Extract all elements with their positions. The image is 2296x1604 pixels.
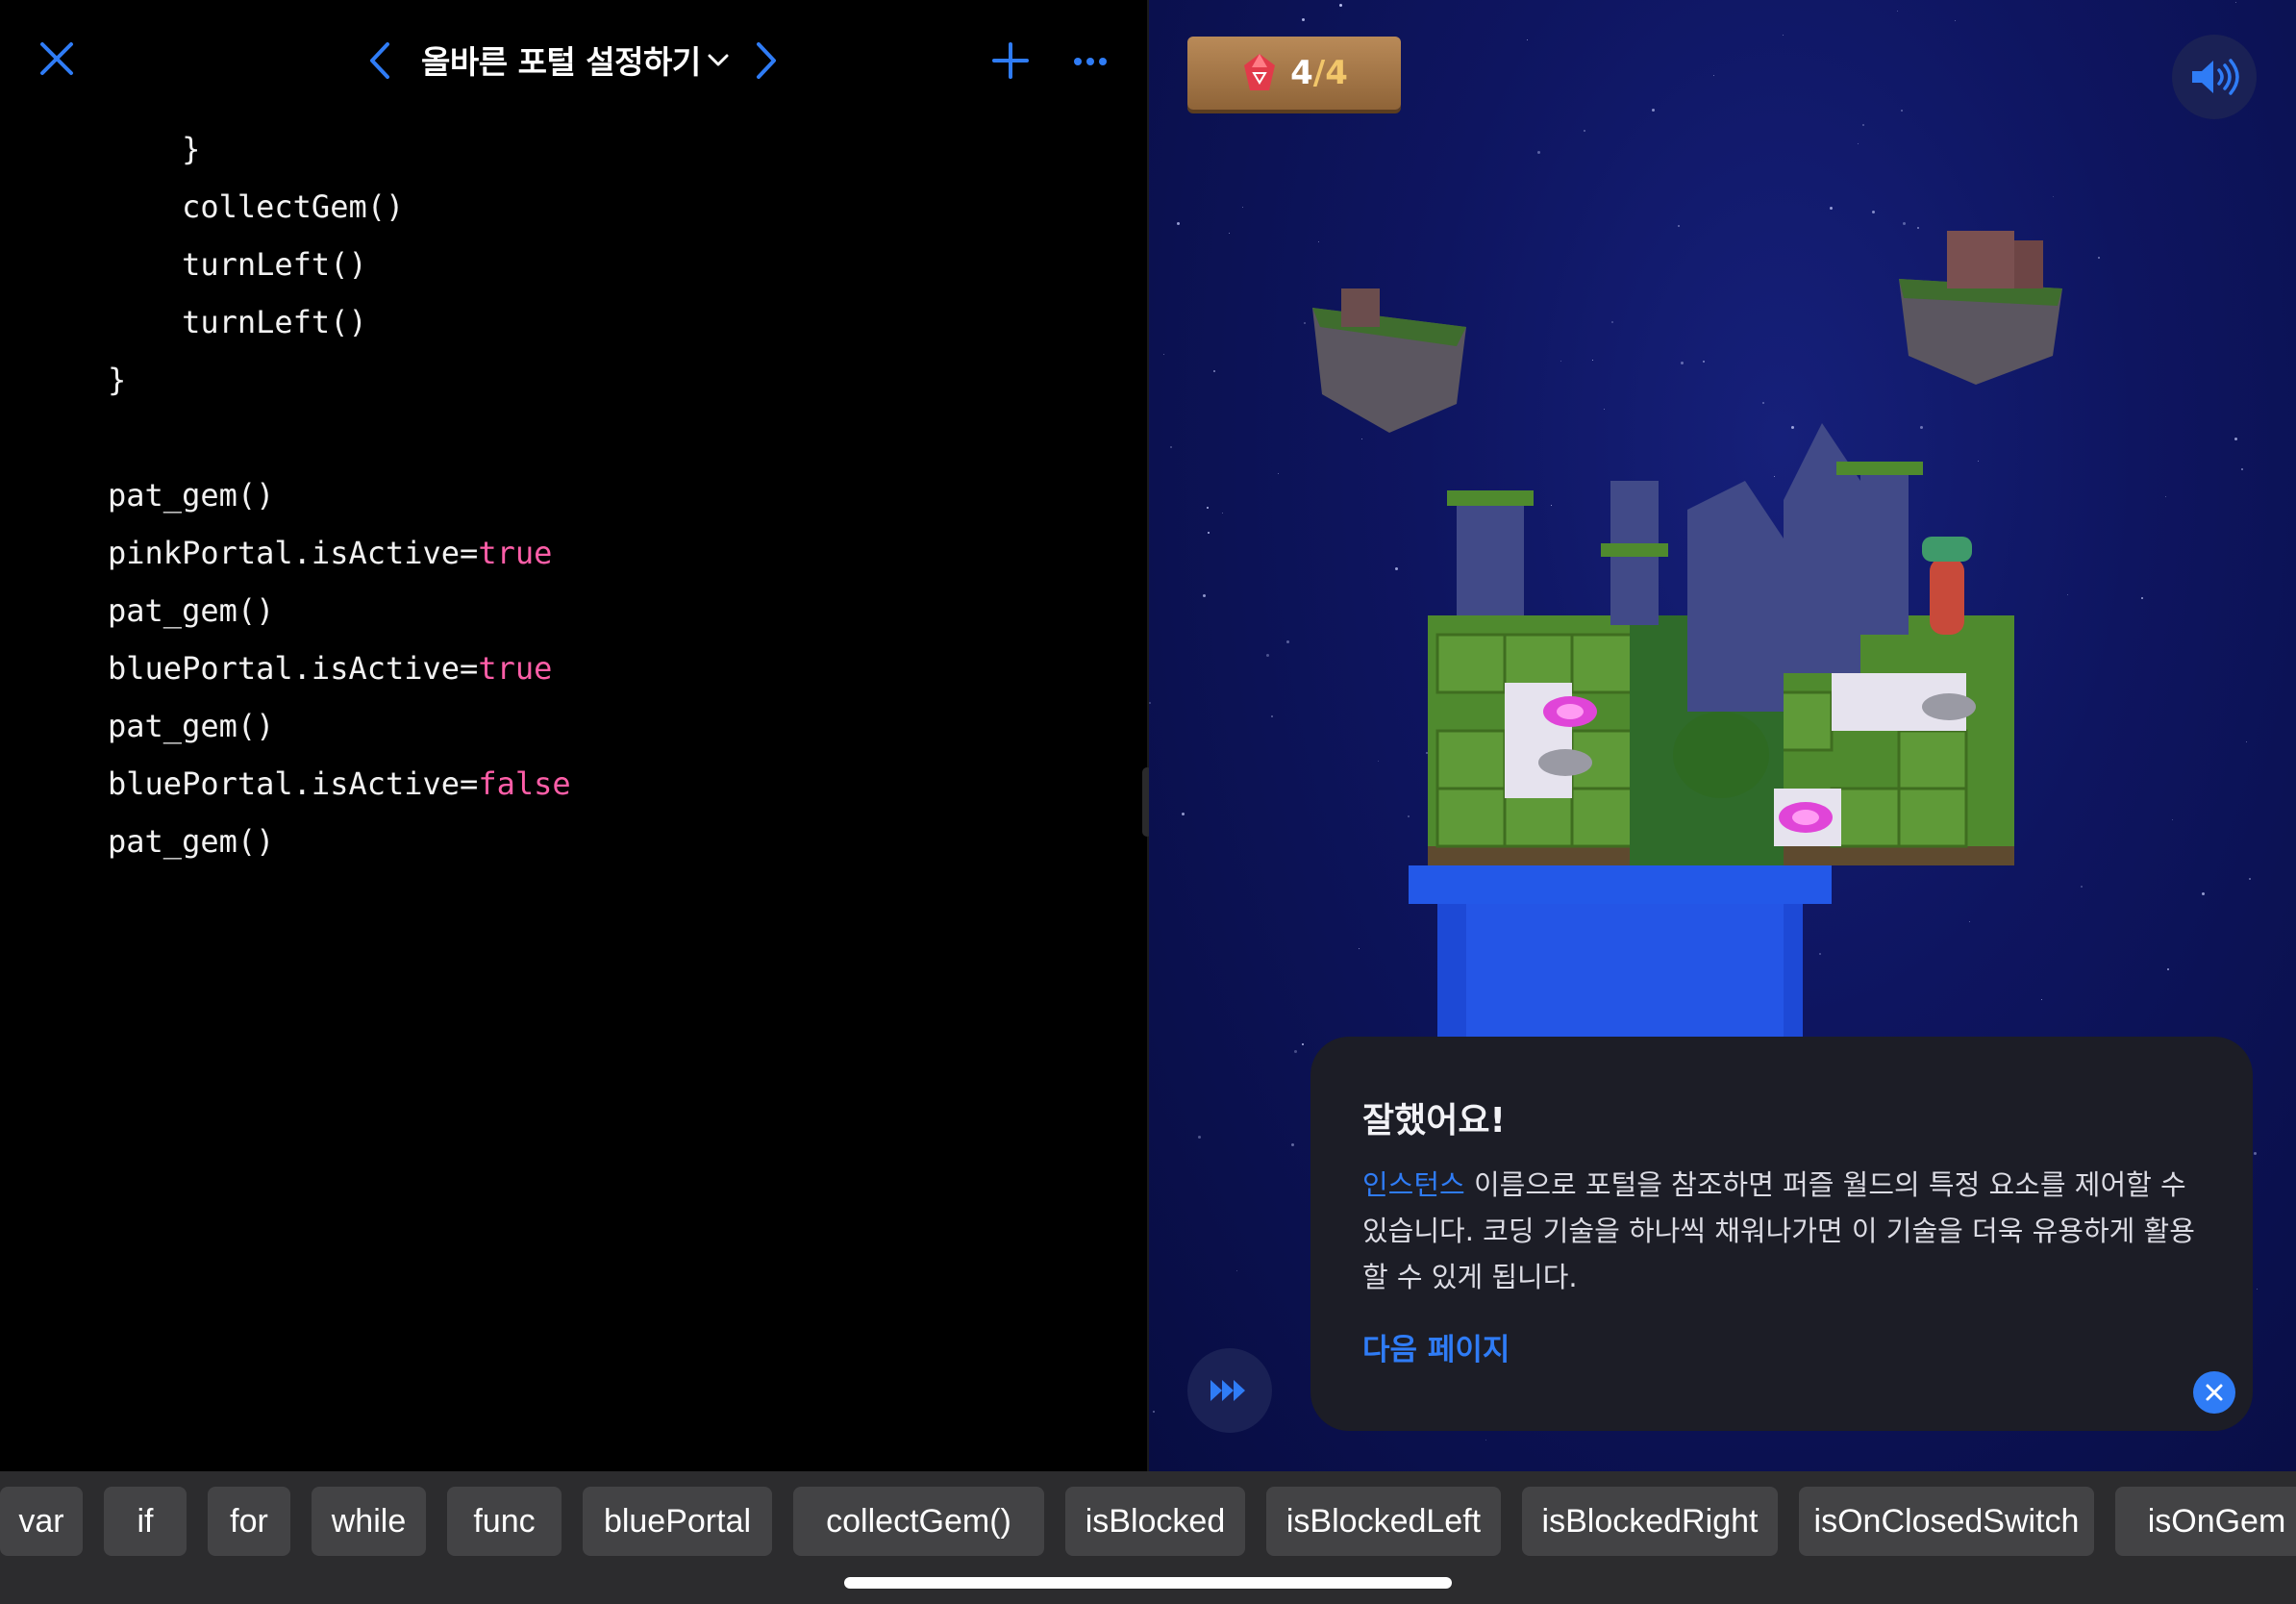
star	[1291, 1143, 1294, 1146]
next-page-icon[interactable]	[748, 37, 786, 85]
gem-icon	[1244, 54, 1276, 90]
code-keyword: false	[478, 765, 571, 802]
star	[2257, 1289, 2258, 1290]
shortcut-chip[interactable]: isOnClosedSwitch	[1799, 1487, 2094, 1556]
code-line[interactable]: turnLeft()	[108, 245, 367, 284]
shortcut-chip[interactable]: while	[312, 1487, 426, 1556]
gems-separator: /	[1312, 54, 1326, 92]
speed-button[interactable]	[1187, 1348, 1272, 1433]
code-text: bluePortal.isActive=	[108, 650, 479, 687]
floating-island-right	[1899, 231, 2062, 385]
shortcut-chip[interactable]: for	[208, 1487, 290, 1556]
code-text: turnLeft()	[108, 304, 367, 340]
previous-page-icon[interactable]	[360, 37, 398, 85]
chevron-down-icon[interactable]	[702, 46, 735, 75]
code-text: pat_gem()	[108, 592, 275, 629]
shortcut-chip[interactable]: var	[0, 1487, 83, 1556]
star	[1236, 1270, 1237, 1271]
live-view-pane: 4/4 잘했어요! 인스턴스 이름으로 포털을 참조하면 퍼즐 월드의 특정 요…	[1149, 0, 2296, 1471]
code-text: pat_gem()	[108, 477, 275, 514]
gems-collected: 4	[1290, 54, 1313, 92]
add-icon[interactable]	[988, 38, 1033, 83]
card-title: 잘했어요!	[1362, 1101, 1506, 1140]
star	[2254, 1152, 2257, 1155]
star	[1153, 1411, 1155, 1413]
close-icon[interactable]	[33, 35, 81, 83]
code-line[interactable]: pat_gem()	[108, 822, 274, 861]
shortcut-chip[interactable]: collectGem()	[793, 1487, 1044, 1556]
next-page-link[interactable]: 다음 페이지	[1362, 1325, 1510, 1368]
code-line[interactable]: turnLeft()	[108, 303, 367, 341]
shortcut-chip[interactable]: isOnGem	[2115, 1487, 2296, 1556]
code-text: bluePortal.isActive=	[108, 765, 479, 802]
floating-island-left	[1312, 288, 1466, 433]
code-keyword: true	[478, 535, 553, 571]
gem-counter: 4/4	[1187, 37, 1401, 110]
code-line[interactable]: pat_gem()	[108, 476, 274, 514]
page-title[interactable]: 올바른 포털 설정하기	[421, 37, 701, 83]
star	[1198, 1136, 1201, 1139]
code-line[interactable]: }	[108, 130, 200, 168]
shortcut-chip[interactable]: isBlocked	[1065, 1487, 1245, 1556]
home-indicator[interactable]	[844, 1577, 1452, 1589]
code-line[interactable]: }	[108, 361, 126, 399]
code-text: }	[108, 362, 127, 398]
code-text: pat_gem()	[108, 823, 275, 860]
code-text: turnLeft()	[108, 246, 367, 283]
puzzle-world-scene	[1312, 231, 2062, 1039]
star	[1485, 1440, 1486, 1441]
shortcut-chip[interactable]: isBlockedLeft	[1266, 1487, 1501, 1556]
gems-total: 4	[1325, 54, 1348, 92]
close-icon	[2206, 1384, 2223, 1401]
code-line[interactable]: pat_gem()	[108, 707, 274, 745]
shortcut-chip[interactable]: isBlockedRight	[1522, 1487, 1778, 1556]
code-keyword: true	[478, 650, 553, 687]
code-text: pat_gem()	[108, 708, 275, 744]
fast-forward-icon	[1210, 1380, 1245, 1401]
waterfall	[1409, 865, 1832, 1039]
code-line[interactable]: bluePortal.isActive=false	[108, 764, 571, 803]
code-line[interactable]: collectGem()	[108, 188, 404, 226]
bush	[1673, 712, 1769, 798]
code-line[interactable]: pinkPortal.isActive=true	[108, 534, 552, 572]
card-body-text: 이름으로 포털을 참조하면 퍼즐 월드의 특정 요소를 제어할 수 있습니다. …	[1362, 1168, 2195, 1293]
code-editor-pane: 올바른 포털 설정하기 } collectGem() turnLeft() tu…	[0, 0, 1147, 1471]
shortcut-chip[interactable]: func	[447, 1487, 562, 1556]
speaker-icon	[2192, 59, 2239, 95]
shortcut-chip[interactable]: bluePortal	[583, 1487, 772, 1556]
code-line[interactable]: pat_gem()	[108, 591, 274, 630]
code-text: pinkPortal.isActive=	[108, 535, 479, 571]
card-body: 인스턴스 이름으로 포털을 참조하면 퍼즐 월드의 특정 요소를 제어할 수 있…	[1362, 1162, 2209, 1300]
code-line[interactable]: bluePortal.isActive=true	[108, 649, 552, 688]
editor-toolbar: 올바른 포털 설정하기	[0, 0, 1147, 125]
code-text: collectGem()	[108, 188, 405, 225]
code-text: }	[108, 131, 201, 167]
sound-toggle-button[interactable]	[2172, 35, 2257, 119]
close-card-button[interactable]	[2193, 1371, 2235, 1414]
more-options-icon[interactable]	[1069, 42, 1111, 81]
feedback-card: 잘했어요! 인스턴스 이름으로 포털을 참조하면 퍼즐 월드의 특정 요소를 제…	[1310, 1037, 2253, 1431]
instance-glossary-link[interactable]: 인스턴스	[1362, 1168, 1465, 1201]
shortcut-chip[interactable]: if	[104, 1487, 187, 1556]
